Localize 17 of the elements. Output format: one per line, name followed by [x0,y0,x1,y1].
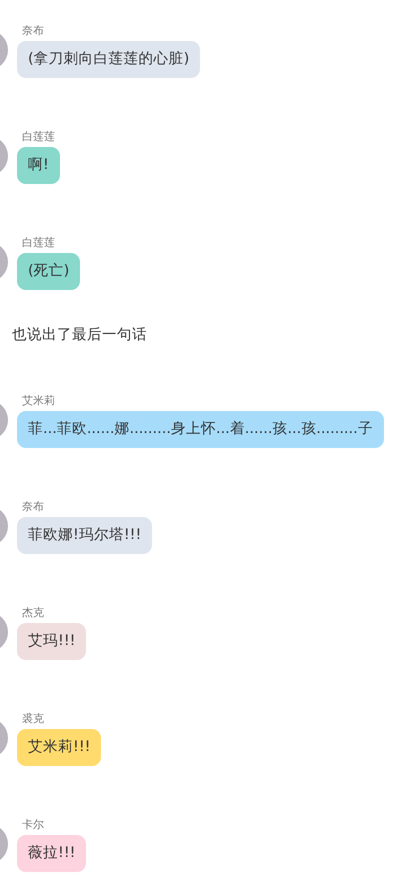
speaker-name: 奈布 [21,24,44,38]
message-bubble: 菲...菲欧......娜.........身上怀...着......孩...孩.........子 [17,411,384,448]
message-bubble: (死亡) [17,253,80,290]
message-bubble: 薇拉!!! [17,835,86,872]
message-bubble: 啊! [17,147,60,184]
message-bubble: 艾米莉!!! [17,729,102,766]
message-bubble: 艾玛!!! [17,623,86,660]
message-bubble: 菲欧娜!玛尔塔!!! [17,517,152,554]
speaker-name: 杰克 [21,606,44,620]
narration-text: 也说出了最后一句话 [11,326,148,345]
speaker-name: 白莲莲 [21,236,55,250]
speaker-name: 裘克 [21,712,44,726]
speaker-name: 白莲莲 [21,130,55,144]
message-bubble: (拿刀刺向白莲莲的心脏) [17,41,200,78]
speaker-name: 奈布 [21,500,44,514]
speaker-name: 艾米莉 [21,394,55,408]
speaker-name: 卡尔 [21,818,44,832]
